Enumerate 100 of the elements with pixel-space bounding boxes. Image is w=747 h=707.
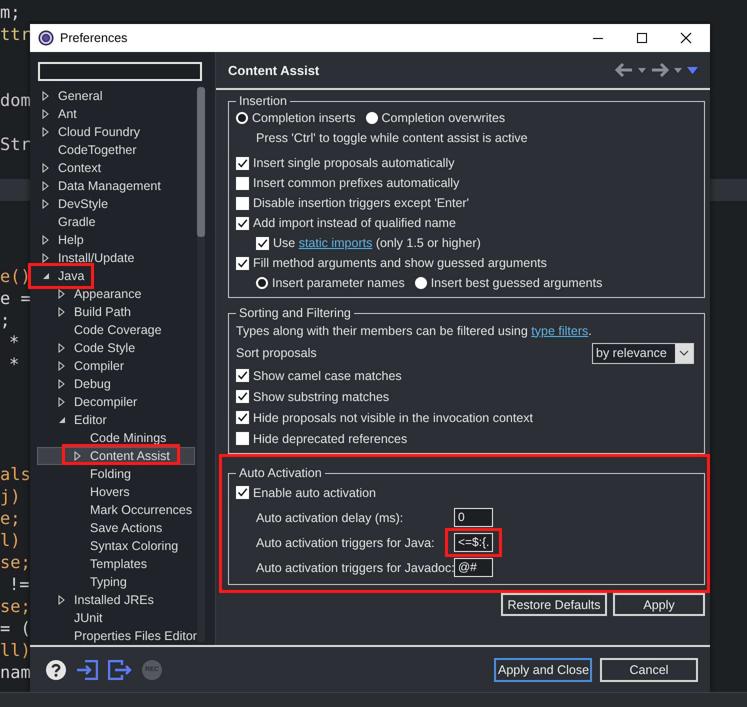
code-text: ll) <box>0 641 31 661</box>
close-icon[interactable] <box>680 32 692 44</box>
tree-item[interactable]: Code Minings <box>37 429 195 447</box>
tree-item[interactable]: Code Style <box>37 339 195 357</box>
tree-label: Hovers <box>90 485 130 499</box>
tree-item[interactable]: Syntax Coloring <box>37 537 195 555</box>
tree-item[interactable]: Hovers <box>37 483 195 501</box>
checkbox-label: Fill method arguments and show guessed arguments <box>253 256 547 270</box>
import-icon[interactable] <box>76 660 98 680</box>
checkbox[interactable] <box>236 390 249 403</box>
tree-item[interactable]: Folding <box>37 465 195 483</box>
expand-triangle-icon[interactable] <box>58 397 65 407</box>
collapse-triangle-icon[interactable] <box>42 272 50 280</box>
tree-item[interactable]: Java <box>37 267 195 285</box>
expand-triangle-icon[interactable] <box>58 379 65 389</box>
button[interactable]: Restore Defaults <box>501 593 607 616</box>
tree-item[interactable]: Installed JREs <box>37 591 195 609</box>
tree-item[interactable]: Templates <box>37 555 195 573</box>
tree-item[interactable]: Properties Files Editor <box>37 627 195 645</box>
tree-item[interactable]: Decompiler <box>37 393 195 411</box>
checkbox-label: Show camel case matches <box>253 368 402 382</box>
tree-item[interactable]: General <box>37 87 195 105</box>
tree-item[interactable]: Save Actions <box>37 519 195 537</box>
expand-triangle-icon[interactable] <box>42 163 49 173</box>
export-icon[interactable] <box>108 660 132 680</box>
tree-item[interactable]: Ant <box>37 105 195 123</box>
radio-button[interactable] <box>236 112 248 124</box>
caret-icon[interactable] <box>675 344 693 362</box>
tree-item[interactable]: Context <box>37 159 195 177</box>
checkbox[interactable] <box>236 196 249 210</box>
tree-item[interactable]: Gradle <box>37 213 195 231</box>
tree-label: Code Coverage <box>74 323 162 337</box>
tree-item[interactable]: Data Management <box>37 177 195 195</box>
tree-item[interactable]: Code Coverage <box>37 321 195 339</box>
text-field[interactable]: 0 <box>454 508 493 527</box>
checkbox[interactable] <box>236 156 249 170</box>
collapse-triangle-icon[interactable] <box>58 416 66 424</box>
group-title: Insertion <box>238 94 288 108</box>
checkbox[interactable] <box>236 411 249 424</box>
text-field[interactable]: @# <box>454 558 493 577</box>
checkbox[interactable] <box>236 486 249 499</box>
tree-item[interactable]: Appearance <box>37 285 195 303</box>
code-text: ttr <box>0 25 31 45</box>
button[interactable]: Cancel <box>600 658 698 682</box>
view-menu-icon[interactable] <box>687 66 698 74</box>
tree-item[interactable]: Typing <box>37 573 195 591</box>
expand-triangle-icon[interactable] <box>74 451 81 461</box>
forward-arrow-icon[interactable] <box>651 63 669 77</box>
tree-item[interactable]: Compiler <box>37 357 195 375</box>
tree-item[interactable]: Editor <box>37 411 195 429</box>
tree-item[interactable]: Debug <box>37 375 195 393</box>
tree-label: Templates <box>90 557 147 571</box>
checkbox[interactable] <box>236 256 249 270</box>
expand-triangle-icon[interactable] <box>42 235 49 245</box>
checkbox[interactable] <box>236 369 249 382</box>
checkbox[interactable] <box>236 432 249 445</box>
radio-button[interactable] <box>256 277 268 289</box>
radio-label: Completion inserts <box>252 111 356 125</box>
radio-button[interactable] <box>414 277 427 289</box>
help-icon[interactable] <box>46 660 66 680</box>
tree-item[interactable]: Mark Occurrences <box>37 501 195 519</box>
checkbox[interactable] <box>236 216 249 230</box>
link[interactable]: static imports <box>298 236 372 250</box>
expand-triangle-icon[interactable] <box>58 361 65 371</box>
tree-item[interactable]: DevStyle <box>37 195 195 213</box>
button[interactable]: Apply <box>613 593 705 616</box>
tree-label: Syntax Coloring <box>90 539 178 553</box>
expand-triangle-icon[interactable] <box>58 307 65 317</box>
expand-triangle-icon[interactable] <box>58 595 65 605</box>
button[interactable]: Apply and Close <box>494 658 592 682</box>
link[interactable]: type filters <box>531 324 588 338</box>
tree-item[interactable]: Help <box>37 231 195 249</box>
filter-field[interactable] <box>38 62 202 81</box>
tree-label: Cloud Foundry <box>58 125 140 139</box>
expand-triangle-icon[interactable] <box>42 181 49 191</box>
checkbox[interactable] <box>236 176 249 190</box>
expand-triangle-icon[interactable] <box>42 127 49 137</box>
code-text: j) <box>0 487 20 507</box>
description-text: Types along with their members can be filtered using type filters. <box>236 324 592 338</box>
code-text: dom <box>0 91 31 111</box>
tree-item[interactable]: CodeTogether <box>37 141 195 159</box>
expand-triangle-icon[interactable] <box>58 289 65 299</box>
radio-button[interactable] <box>366 112 378 124</box>
tree-item[interactable]: Build Path <box>37 303 195 321</box>
expand-triangle-icon[interactable] <box>42 253 49 263</box>
tree-item[interactable]: Install/Update <box>37 249 195 267</box>
expand-triangle-icon[interactable] <box>42 91 49 101</box>
checkbox[interactable] <box>256 236 269 250</box>
caret-icon[interactable] <box>638 68 646 72</box>
dropdown[interactable]: by relevance <box>592 342 694 364</box>
expand-triangle-icon[interactable] <box>58 343 65 353</box>
tree-item[interactable]: JUnit <box>37 609 195 627</box>
maximize-icon[interactable] <box>636 32 648 44</box>
expand-triangle-icon[interactable] <box>42 109 49 119</box>
expand-triangle-icon[interactable] <box>42 199 49 209</box>
text-field[interactable]: <=$:{. <box>454 533 493 552</box>
caret-icon[interactable] <box>674 68 682 72</box>
tree-item[interactable]: Cloud Foundry <box>37 123 195 141</box>
scrollbar-thumb[interactable] <box>197 87 205 237</box>
back-arrow-icon[interactable] <box>615 63 633 77</box>
